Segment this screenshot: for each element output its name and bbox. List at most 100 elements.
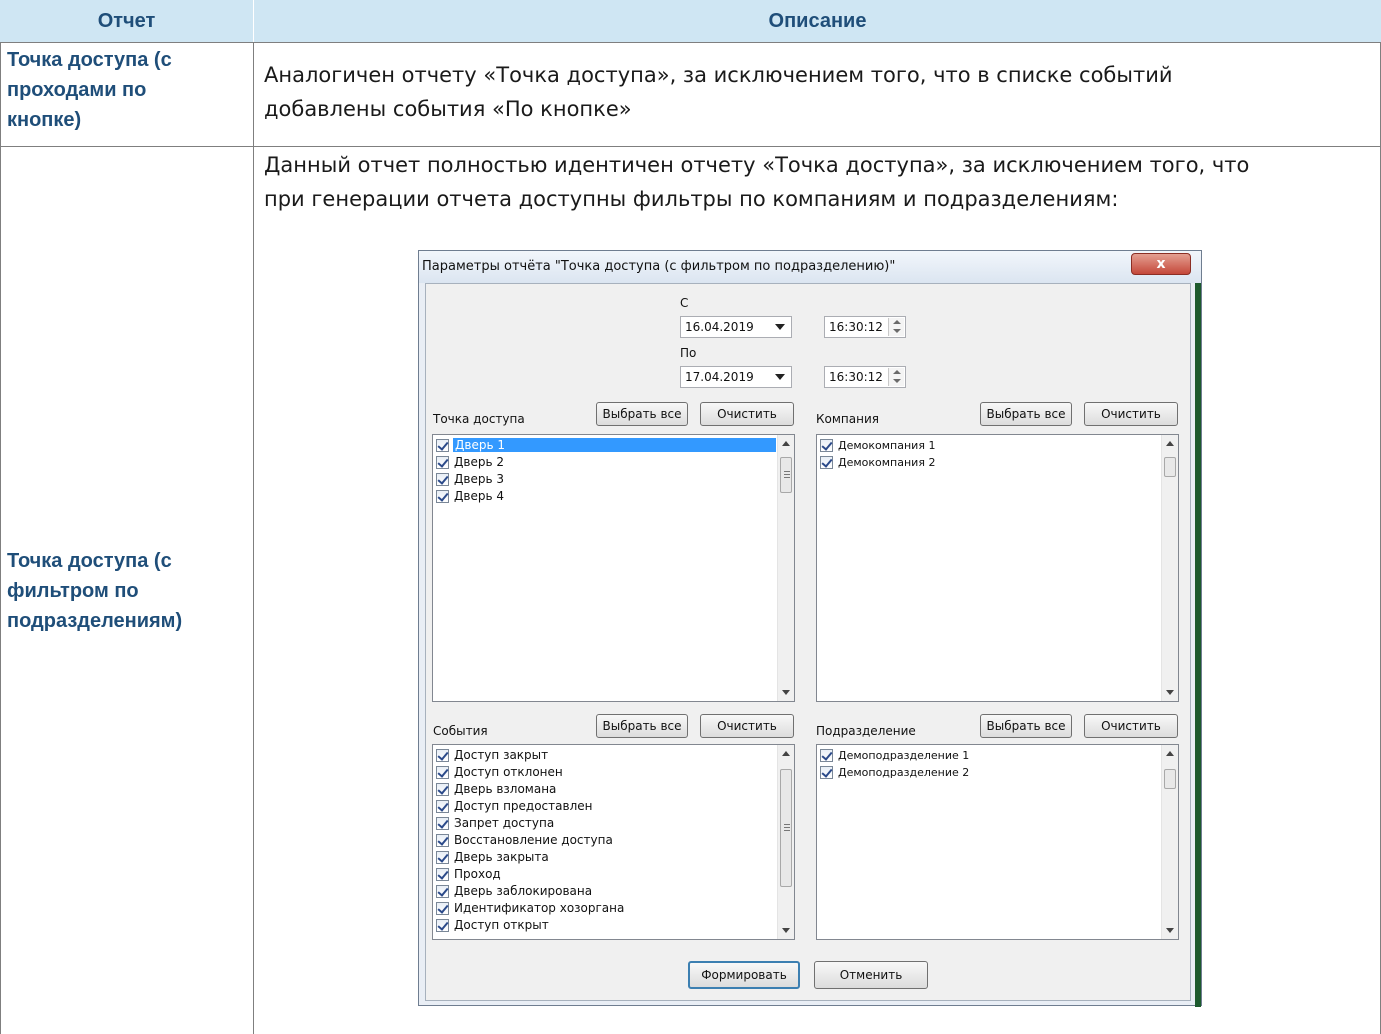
list-item[interactable]: Проход [436, 866, 502, 882]
checkbox-checked-icon[interactable] [436, 884, 449, 898]
row2-report-name: Точка доступа (с фильтром по подразделен… [7, 546, 182, 636]
company-select-all-button[interactable]: Выбрать все [980, 402, 1072, 426]
header-description: Описание [254, 0, 1381, 42]
list-item[interactable]: Дверь 3 [436, 471, 505, 487]
company-clear-button[interactable]: Очистить [1084, 402, 1178, 426]
from-date-picker[interactable]: 16.04.2019 [680, 316, 792, 338]
scroll-down-icon[interactable] [1166, 928, 1174, 933]
list-item[interactable]: Дверь 2 [436, 454, 505, 470]
grip-line [784, 824, 790, 825]
checkbox-checked-icon[interactable] [436, 438, 449, 452]
list-item[interactable]: Идентификатор хозоргана [436, 900, 625, 916]
access-point-list[interactable]: Дверь 1 Дверь 2 Дверь 3 Дверь 4 [432, 434, 795, 702]
to-label: По [680, 346, 697, 360]
label-line: Точка доступа (с [7, 49, 172, 71]
list-item[interactable]: Демокомпания 2 [820, 454, 936, 470]
checkbox-checked-icon[interactable] [820, 438, 833, 452]
checkbox-checked-icon[interactable] [436, 765, 449, 779]
checkbox-checked-icon[interactable] [436, 799, 449, 813]
vertical-scrollbar[interactable] [1161, 435, 1178, 701]
access-point-select-all-button[interactable]: Выбрать все [596, 402, 688, 426]
checkbox-checked-icon[interactable] [436, 867, 449, 881]
vertical-scrollbar[interactable] [1161, 745, 1178, 939]
checkbox-checked-icon[interactable] [436, 748, 449, 762]
list-item[interactable]: Демокомпания 1 [820, 437, 936, 453]
item-text: Дверь закрыта [454, 850, 549, 864]
list-item[interactable]: Дверь заблокирована [436, 883, 593, 899]
checkbox-checked-icon[interactable] [436, 850, 449, 864]
list-item[interactable]: Доступ открыт [436, 917, 550, 933]
to-date-picker[interactable]: 17.04.2019 [680, 366, 792, 388]
list-item[interactable]: Дверь 1 [436, 437, 776, 453]
to-time-input[interactable]: 16:30:12 [824, 366, 906, 388]
list-item[interactable]: Дверь взломана [436, 781, 557, 797]
vertical-scrollbar[interactable] [777, 745, 794, 939]
scroll-down-icon[interactable] [782, 690, 790, 695]
scroll-down-icon[interactable] [782, 928, 790, 933]
list-item[interactable]: Запрет доступа [436, 815, 555, 831]
checkbox-checked-icon[interactable] [820, 765, 833, 779]
scroll-thumb[interactable] [780, 769, 792, 887]
scroll-thumb[interactable] [780, 457, 792, 493]
events-list[interactable]: Доступ закрыт Доступ отклонен Дверь взло… [432, 744, 795, 940]
events-clear-button[interactable]: Очистить [700, 714, 794, 738]
from-label: С [680, 296, 689, 310]
checkbox-checked-icon[interactable] [436, 782, 449, 796]
checkbox-checked-icon[interactable] [436, 918, 449, 932]
dialog-titlebar: Параметры отчёта "Точка доступа (с фильт… [419, 251, 1201, 283]
department-list[interactable]: Демоподразделение 1 Демоподразделение 2 [816, 744, 1179, 940]
item-text: Восстановление доступа [454, 833, 613, 847]
grip-line [784, 471, 790, 472]
scroll-up-icon[interactable] [782, 751, 790, 756]
vertical-scrollbar[interactable] [777, 435, 794, 701]
checkbox-checked-icon[interactable] [436, 816, 449, 830]
chevron-down-icon[interactable] [775, 324, 785, 330]
scroll-thumb[interactable] [1164, 769, 1176, 789]
scroll-down-icon[interactable] [1166, 690, 1174, 695]
chevron-down-icon[interactable] [775, 374, 785, 380]
checkbox-checked-icon[interactable] [436, 489, 449, 503]
company-label: Компания [816, 412, 879, 426]
text-line: при генерации отчета доступны фильтры по… [264, 187, 1119, 211]
list-item[interactable]: Демоподразделение 1 [820, 747, 970, 763]
close-icon[interactable]: x [1131, 253, 1191, 275]
checkbox-checked-icon[interactable] [820, 748, 833, 762]
generate-button[interactable]: Формировать [688, 961, 800, 989]
checkbox-checked-icon[interactable] [820, 455, 833, 469]
scroll-up-icon[interactable] [1166, 751, 1174, 756]
company-list[interactable]: Демокомпания 1 Демокомпания 2 [816, 434, 1179, 702]
row-divider [0, 42, 1381, 43]
list-item[interactable]: Дверь 4 [436, 488, 505, 504]
scroll-up-icon[interactable] [1166, 441, 1174, 446]
events-select-all-button[interactable]: Выбрать все [596, 714, 688, 738]
item-text: Демоподразделение 1 [838, 748, 970, 762]
scroll-up-icon[interactable] [782, 441, 790, 446]
item-text: Доступ открыт [454, 918, 549, 932]
cancel-button[interactable]: Отменить [814, 961, 928, 989]
scroll-thumb[interactable] [1164, 457, 1176, 477]
label-line: проходами по [7, 79, 147, 101]
list-item[interactable]: Восстановление доступа [436, 832, 614, 848]
list-item[interactable]: Доступ предоставлен [436, 798, 593, 814]
access-point-label: Точка доступа [433, 412, 525, 426]
spin-arrows-icon[interactable] [888, 318, 904, 336]
access-point-clear-button[interactable]: Очистить [700, 402, 794, 426]
department-select-all-button[interactable]: Выбрать все [980, 714, 1072, 738]
text-line: Аналогичен отчету «Точка доступа», за ис… [264, 63, 1173, 87]
from-time-input[interactable]: 16:30:12 [824, 316, 906, 338]
checkbox-checked-icon[interactable] [436, 833, 449, 847]
checkbox-checked-icon[interactable] [436, 901, 449, 915]
list-item[interactable]: Демоподразделение 2 [820, 764, 970, 780]
list-item[interactable]: Доступ закрыт [436, 747, 549, 763]
grip-line [784, 474, 790, 475]
item-text: Демоподразделение 2 [838, 765, 970, 779]
item-text: Доступ отклонен [454, 765, 563, 779]
checkbox-checked-icon[interactable] [436, 472, 449, 486]
list-item[interactable]: Доступ отклонен [436, 764, 564, 780]
spin-arrows-icon[interactable] [888, 368, 904, 386]
to-time-value: 16:30:12 [829, 370, 883, 384]
department-clear-button[interactable]: Очистить [1084, 714, 1178, 738]
checkbox-checked-icon[interactable] [436, 455, 449, 469]
list-item[interactable]: Дверь закрыта [436, 849, 550, 865]
report-parameters-dialog: Параметры отчёта "Точка доступа (с фильт… [418, 250, 1202, 1007]
